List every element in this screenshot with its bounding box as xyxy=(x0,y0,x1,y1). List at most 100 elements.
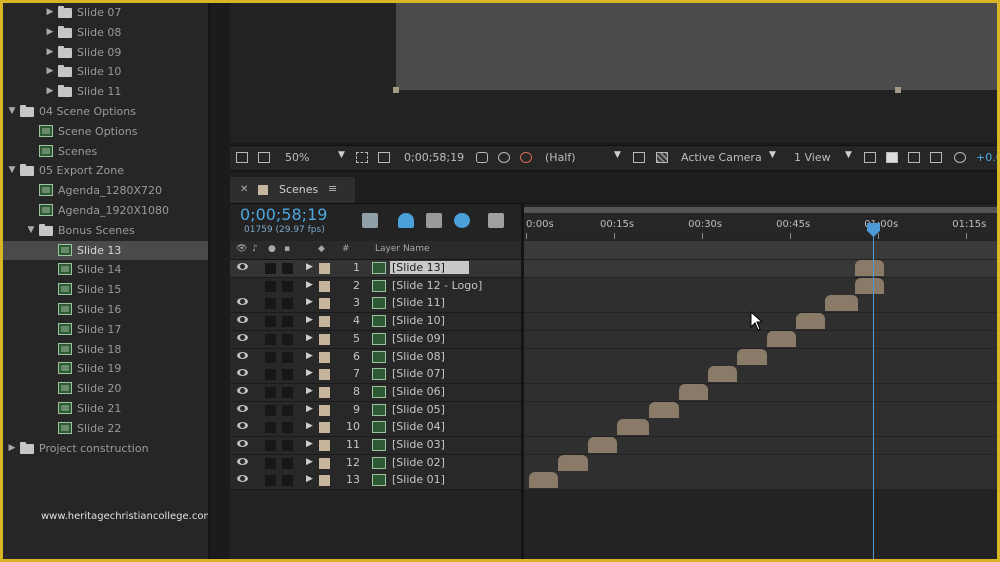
lock-toggle[interactable] xyxy=(282,351,293,363)
layer-name[interactable]: [Slide 03] xyxy=(392,438,445,451)
lock-toggle[interactable] xyxy=(282,316,293,328)
viewer-timecode[interactable]: 0;00;58;19 xyxy=(404,151,464,164)
layer-name[interactable]: [Slide 08] xyxy=(392,350,445,363)
visibility-eye-icon[interactable] xyxy=(237,386,248,394)
visibility-eye-icon[interactable] xyxy=(237,263,248,270)
project-folder-item[interactable]: ▼ 04 Scene Options xyxy=(3,102,208,121)
audio-icon[interactable]: ♪ xyxy=(252,244,258,254)
tab-scenes[interactable]: ✕ Scenes ≡ xyxy=(230,177,355,203)
chevron-right-icon[interactable]: ▶ xyxy=(45,43,55,62)
chevron-down-icon[interactable]: ▼ xyxy=(7,102,17,121)
project-folder-item[interactable]: ▼ Bonus Scenes xyxy=(3,221,208,240)
layer-track-row[interactable] xyxy=(524,277,997,296)
layer-row[interactable]: ▶ 1 [Slide 13] xyxy=(230,260,521,278)
visibility-eye-icon[interactable] xyxy=(237,422,248,430)
lock-toggle[interactable] xyxy=(282,404,293,416)
visibility-eye-icon[interactable] xyxy=(237,475,248,483)
layer-track-row[interactable] xyxy=(524,260,997,278)
lock-toggle[interactable] xyxy=(282,369,293,381)
chevron-right-icon[interactable]: ▶ xyxy=(306,386,313,396)
chevron-right-icon[interactable]: ▶ xyxy=(306,297,313,307)
chevron-right-icon[interactable]: ▶ xyxy=(306,280,313,290)
project-comp-item[interactable]: Agenda_1920X1080 xyxy=(3,201,208,220)
layer-track-row[interactable] xyxy=(524,330,997,349)
label-color-swatch[interactable] xyxy=(319,316,330,328)
project-comp-item[interactable]: Slide 13 xyxy=(3,240,208,260)
chevron-right-icon[interactable]: ▶ xyxy=(306,439,313,449)
label-color-swatch[interactable] xyxy=(319,369,330,381)
lock-toggle[interactable] xyxy=(282,475,293,487)
layer-name-header[interactable]: Layer Name xyxy=(375,244,430,254)
layer-track-row[interactable] xyxy=(524,401,997,420)
solo-toggle[interactable] xyxy=(265,298,276,310)
chevron-down-icon[interactable]: ▼ xyxy=(7,161,17,180)
eye-icon[interactable]: 👁 xyxy=(236,244,247,254)
layer-name[interactable]: [Slide 06] xyxy=(392,385,445,398)
layer-row[interactable]: ▶ 11 [Slide 03] xyxy=(230,437,521,455)
solo-toggle[interactable] xyxy=(265,369,276,381)
layer-row[interactable]: ▶ 12 [Slide 02] xyxy=(230,454,521,473)
visibility-eye-icon[interactable] xyxy=(237,404,248,412)
chevron-down-icon[interactable]: ▼ xyxy=(769,150,776,160)
layer-row[interactable]: ▶ 6 [Slide 08] xyxy=(230,348,521,367)
layer-duration-bar[interactable] xyxy=(678,383,708,400)
exposure-value[interactable]: +0.0 xyxy=(976,151,997,164)
solo-toggle[interactable] xyxy=(265,351,276,363)
visibility-eye-icon[interactable] xyxy=(237,369,248,377)
label-color-swatch[interactable] xyxy=(319,263,330,274)
lock-toggle[interactable] xyxy=(282,440,293,451)
layer-track-row[interactable] xyxy=(524,437,997,455)
solo-icon[interactable]: ● xyxy=(268,244,276,254)
visibility-eye-icon[interactable] xyxy=(237,457,248,465)
chevron-right-icon[interactable]: ▶ xyxy=(45,82,55,101)
chevron-right-icon[interactable]: ▶ xyxy=(45,3,55,22)
layer-row[interactable]: ▶ 8 [Slide 06] xyxy=(230,383,521,402)
layer-duration-bar[interactable] xyxy=(737,348,767,365)
visibility-eye-icon[interactable] xyxy=(237,351,248,359)
project-folder-item[interactable]: ▶ Project construction xyxy=(3,439,208,458)
chevron-right-icon[interactable]: ▶ xyxy=(306,457,313,467)
lock-toggle[interactable] xyxy=(282,298,293,310)
lock-toggle[interactable] xyxy=(282,422,293,434)
lock-toggle[interactable] xyxy=(282,386,293,398)
transparency-checker-icon[interactable] xyxy=(656,152,668,163)
chevron-down-icon[interactable]: ▼ xyxy=(338,150,345,160)
label-tag-icon[interactable]: ◆ xyxy=(318,244,325,254)
label-color-swatch[interactable] xyxy=(319,404,330,416)
label-color-swatch[interactable] xyxy=(319,386,330,398)
current-time-display[interactable]: 0;00;58;19 xyxy=(240,205,327,224)
project-comp-item[interactable]: Agenda_1280X720 xyxy=(3,181,208,200)
label-color-swatch[interactable] xyxy=(319,440,330,451)
layer-track-row[interactable] xyxy=(524,366,997,385)
fast-previews-icon[interactable] xyxy=(633,152,645,163)
layer-track-row[interactable] xyxy=(524,419,997,438)
label-color-swatch[interactable] xyxy=(319,280,330,292)
snapshot-toggle-icon[interactable] xyxy=(236,152,248,163)
layer-row[interactable]: ▶ 3 [Slide 11] xyxy=(230,295,521,314)
project-comp-item[interactable]: Scene Options xyxy=(3,122,208,141)
timeline-icon[interactable] xyxy=(908,152,920,163)
layer-duration-bar[interactable] xyxy=(796,313,826,330)
camera-select[interactable]: Active Camera xyxy=(681,151,762,164)
layer-duration-bar[interactable] xyxy=(558,454,588,471)
project-comp-item[interactable]: Slide 16 xyxy=(3,300,208,319)
layer-number-header[interactable]: # xyxy=(342,244,350,254)
flowchart-icon[interactable] xyxy=(930,152,942,163)
chevron-right-icon[interactable]: ▶ xyxy=(306,421,313,431)
layer-duration-bar[interactable] xyxy=(649,401,679,418)
chevron-right-icon[interactable]: ▶ xyxy=(306,368,313,378)
layer-name[interactable]: [Slide 09] xyxy=(392,332,445,345)
solo-toggle[interactable] xyxy=(265,263,276,274)
chevron-right-icon[interactable]: ▶ xyxy=(306,474,313,484)
time-navigator[interactable] xyxy=(524,207,997,213)
layer-name[interactable]: [Slide 10] xyxy=(392,314,445,327)
label-color-swatch[interactable] xyxy=(319,475,330,487)
layer-row[interactable]: ▶ 5 [Slide 09] xyxy=(230,330,521,349)
solo-toggle[interactable] xyxy=(265,316,276,328)
layer-row[interactable]: ▶ 4 [Slide 10] xyxy=(230,313,521,332)
solo-toggle[interactable] xyxy=(265,333,276,345)
resize-handle[interactable] xyxy=(895,87,901,93)
solo-toggle[interactable] xyxy=(265,440,276,451)
layer-name[interactable]: [Slide 12 - Logo] xyxy=(392,279,482,292)
label-color-swatch[interactable] xyxy=(319,351,330,363)
